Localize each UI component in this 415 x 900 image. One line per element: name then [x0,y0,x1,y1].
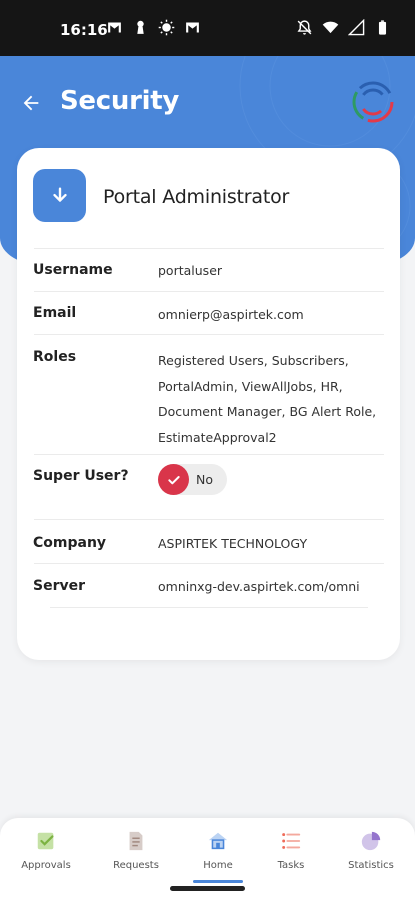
divider [50,607,368,608]
back-arrow-icon [23,95,39,111]
home-icon [208,832,228,850]
gmail-icon [108,22,121,33]
bell-off-icon [297,20,312,35]
server-value: omninxg-dev.aspirtek.com/omni [158,579,360,594]
company-label: Company [33,535,107,551]
tasks-icon [282,833,301,849]
nav-label: Approvals [21,860,71,871]
divider [34,454,384,455]
roles-label: Roles [33,349,77,365]
email-value: omnierp@aspirtek.com [158,307,304,322]
requests-icon [129,831,143,851]
nav-label: Statistics [348,860,394,871]
divider [34,519,384,520]
nav-item-approvals[interactable]: Approvals [6,830,86,871]
sun-icon [158,19,175,36]
approvals-icon [37,832,54,850]
nav-item-home[interactable]: Home [178,830,258,871]
page-title: Security [60,86,179,116]
statistics-icon [361,831,381,851]
username-value: portaluser [158,263,223,278]
server-label: Server [33,578,86,594]
divider [34,334,384,335]
nav-item-tasks[interactable]: Tasks [251,830,331,871]
roles-line: PortalAdmin, ViewAllJobs, HR, [158,378,343,394]
download-arrow-icon [52,186,67,202]
status-bar: 16:16 [0,0,415,56]
status-time: 16:16 [60,21,108,39]
email-label: Email [33,305,77,321]
battery-icon [378,20,387,35]
keyhole-icon [137,20,144,34]
status-left-icons [106,19,201,36]
checkmark-icon [167,475,180,484]
roles-value: Registered Users, Subscribers, PortalAdm… [158,348,383,450]
nav-item-statistics[interactable]: Statistics [331,830,411,871]
company-value: ASPIRTEK TECHNOLOGY [158,536,308,551]
roles-line: EstimateApproval2 [158,429,277,445]
profile-icon-box [33,169,86,222]
super-user-toggle[interactable]: No [158,464,227,495]
gmail-icon [186,22,199,33]
app-logo-icon [352,81,394,123]
wifi-icon [322,21,339,34]
divider [34,291,384,292]
security-card: Portal Administrator Username portaluser… [17,148,400,660]
nav-label: Requests [113,860,159,871]
divider [34,248,384,249]
signal-icon [348,19,365,36]
username-label: Username [33,262,113,278]
nav-label: Tasks [277,860,305,871]
status-right-icons [296,19,391,36]
super-user-value: No [196,472,213,487]
active-tab-indicator [193,880,243,883]
profile-name: Portal Administrator [103,186,290,208]
super-user-label: Super User? [33,468,129,484]
gesture-bar[interactable] [170,886,245,891]
roles-line: Document Manager, BG Alert Role, [158,404,377,419]
divider [34,563,384,564]
toggle-knob [158,464,189,495]
back-button[interactable] [16,88,46,118]
nav-label: Home [203,860,233,871]
roles-line: Registered Users, Subscribers, [158,353,349,368]
nav-item-requests[interactable]: Requests [96,830,176,871]
